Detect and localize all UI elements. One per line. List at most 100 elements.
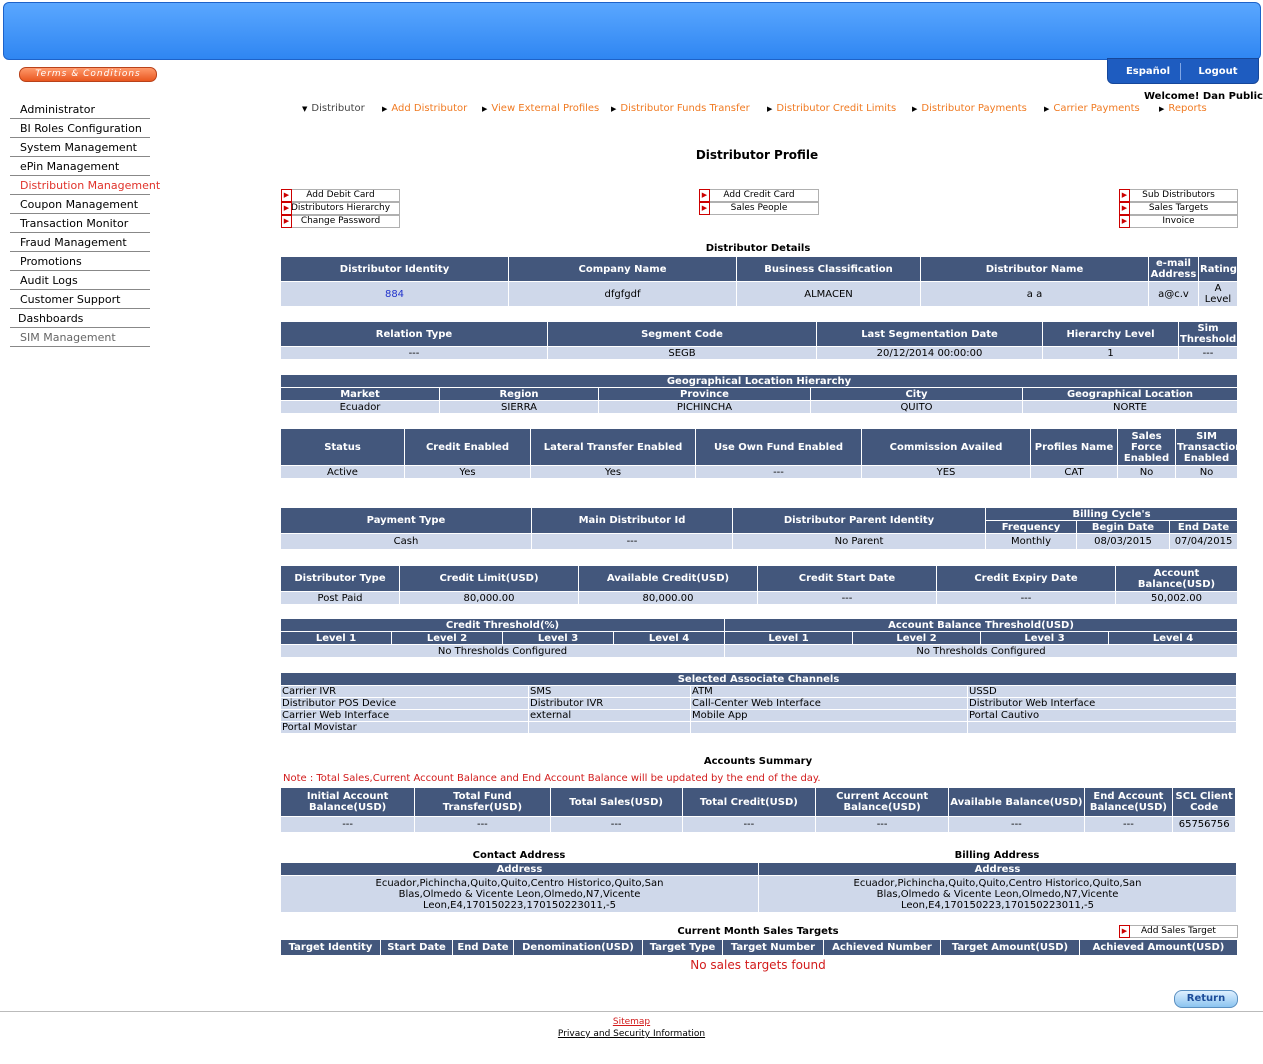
nav-coupon-management[interactable]: Coupon Management (10, 196, 150, 214)
nav-administrator[interactable]: Administrator (10, 101, 150, 119)
logout-button[interactable]: Logout (1184, 64, 1252, 79)
distributors-hierarchy-button[interactable]: ▶ Distributors Hierarchy (281, 202, 400, 215)
col-header: Level 4 (1107, 631, 1239, 645)
change-password-button[interactable]: ▶ Change Password (281, 215, 400, 228)
col-header: Sim Threshold (1178, 321, 1238, 347)
channel-item: Mobile App (690, 709, 968, 722)
col-header: Credit Expiry Date (936, 565, 1116, 592)
col-header: Target Amount(USD) (940, 939, 1080, 956)
details-title: Distributor Details (705, 243, 811, 254)
sub-distributors-button[interactable]: ▶ Sub Distributors (1119, 189, 1238, 202)
col-header: Status (280, 428, 405, 466)
section-header: Credit Threshold(%) (280, 618, 725, 632)
col-header: Available Balance(USD) (948, 787, 1085, 817)
sitemap-link[interactable]: Sitemap (0, 1017, 1263, 1027)
sales-people-button[interactable]: ▶ Sales People (699, 202, 819, 215)
sales-targets-button[interactable]: ▶ Sales Targets (1119, 202, 1238, 215)
crumb-carrier-payments[interactable]: ▶ Carrier Payments (1044, 103, 1140, 114)
crumb-distributor[interactable]: ▼ Distributor (302, 103, 365, 114)
nav-transaction-monitor[interactable]: Transaction Monitor (10, 215, 150, 233)
terms-conditions-button[interactable]: Terms & Conditions (19, 67, 157, 82)
col-header: Region (439, 387, 599, 401)
distributor-identity-link[interactable]: 884 (280, 281, 509, 307)
col-header: Frequency (985, 520, 1077, 534)
add-credit-card-button[interactable]: ▶ Add Credit Card (699, 189, 819, 202)
crumb-distributor-payments[interactable]: ▶ Distributor Payments (912, 103, 1027, 114)
col-header: Market (280, 387, 440, 401)
crumb-view-external-profiles[interactable]: ▶ View External Profiles (482, 103, 599, 114)
col-header: Total Credit(USD) (681, 787, 817, 817)
col-header: Level 4 (613, 631, 725, 645)
billing-cycle-header: Billing Cycle's (984, 507, 1239, 521)
crumb-reports[interactable]: ▶ Reports (1159, 103, 1207, 114)
col-header: Level 1 (724, 631, 853, 645)
crumb-funds-transfer[interactable]: ▶ Distributor Funds Transfer (611, 103, 750, 114)
table-cell: --- (279, 816, 416, 833)
col-header: Profiles Name (1030, 428, 1118, 466)
nav-dashboards[interactable]: Dashboards (10, 310, 150, 328)
col-header: Distributor Type (280, 565, 400, 592)
footer-divider (0, 1011, 1263, 1012)
nav-distribution-management[interactable]: Distribution Management (10, 177, 160, 195)
welcome-text: Welcome! Dan Public (1144, 91, 1263, 102)
col-header: Last Segmentation Date (816, 321, 1043, 347)
add-debit-card-button[interactable]: ▶ Add Debit Card (281, 189, 400, 202)
table-cell: 08/03/2015 (1076, 533, 1170, 550)
table-cell: Monthly (985, 533, 1077, 550)
col-header: Level 3 (980, 631, 1109, 645)
empty-message: No Thresholds Configured (723, 644, 1239, 658)
nav-fraud-management[interactable]: Fraud Management (10, 234, 150, 252)
table-cell: ALMACEN (736, 281, 921, 307)
channel-item: Distributor POS Device (280, 697, 529, 710)
table-cell: 65756756 (1172, 816, 1236, 833)
arrow-right-icon: ▶ (281, 215, 292, 228)
caret-right-icon: ▶ (611, 105, 617, 113)
nav-sim-management[interactable]: SIM Management (10, 329, 150, 347)
nav-audit-logs[interactable]: Audit Logs (10, 272, 150, 290)
caret-down-icon: ▼ (302, 105, 308, 113)
col-header: Total Fund Transfer(USD) (414, 787, 551, 817)
table-cell: --- (1083, 816, 1174, 833)
nav-promotions[interactable]: Promotions (10, 253, 150, 271)
table-cell: --- (414, 816, 551, 833)
espanol-button[interactable]: Español (1116, 64, 1180, 79)
top-tabs: Español Logout (1107, 58, 1259, 84)
privacy-link[interactable]: Privacy and Security Information (0, 1029, 1263, 1039)
col-header: City (810, 387, 1023, 401)
details-table: Distributor Identity Company Name Busine… (280, 256, 1238, 307)
table-cell: SEGB (547, 346, 817, 360)
col-header: End Date (452, 939, 514, 956)
billing-address-title: Billing Address (954, 850, 1040, 861)
crumb-credit-limits[interactable]: ▶ Distributor Credit Limits (767, 103, 896, 114)
col-header: Start Date (380, 939, 453, 956)
add-sales-target-button[interactable]: ▶ Add Sales Target (1119, 925, 1238, 938)
section-header: Account Balance Threshold(USD) (723, 618, 1239, 632)
table-cell: Ecuador (280, 400, 440, 414)
page-title: Distributor Profile (695, 148, 819, 162)
nav-customer-support[interactable]: Customer Support (10, 291, 150, 309)
return-button[interactable]: Return (1174, 990, 1238, 1008)
col-header: Payment Type (280, 507, 532, 534)
col-header: Level 2 (852, 631, 981, 645)
billing-address-value: Ecuador,Pichincha,Quito,Quito,Centro His… (758, 875, 1237, 913)
table-cell: A Level (1198, 281, 1238, 307)
channel-item: USSD (966, 685, 1238, 698)
col-header: Hierarchy Level (1042, 321, 1179, 347)
caret-right-icon: ▶ (1159, 105, 1165, 113)
col-header: End Date (1168, 520, 1239, 534)
table-cell: Yes (404, 465, 531, 479)
channel-item: Distributor Web Interface (966, 697, 1238, 710)
channel-item (690, 721, 968, 734)
channel-item: external (528, 709, 691, 722)
invoice-button[interactable]: ▶ Invoice (1119, 215, 1238, 228)
address-table: Address Address Ecuador,Pichincha,Quito,… (280, 862, 1237, 913)
nav-bi-roles[interactable]: BI Roles Configuration (10, 120, 150, 138)
col-header: Distributor Parent Identity (732, 507, 986, 534)
table-cell: --- (695, 465, 862, 479)
crumb-add-distributor[interactable]: ▶ Add Distributor (382, 103, 467, 114)
col-header: End Account Balance(USD) (1083, 787, 1174, 817)
col-header: Credit Limit(USD) (399, 565, 579, 592)
header-banner (3, 2, 1261, 60)
arrow-right-icon: ▶ (1119, 189, 1130, 202)
credit-table: Distributor Type Credit Limit(USD) Avail… (280, 565, 1238, 605)
